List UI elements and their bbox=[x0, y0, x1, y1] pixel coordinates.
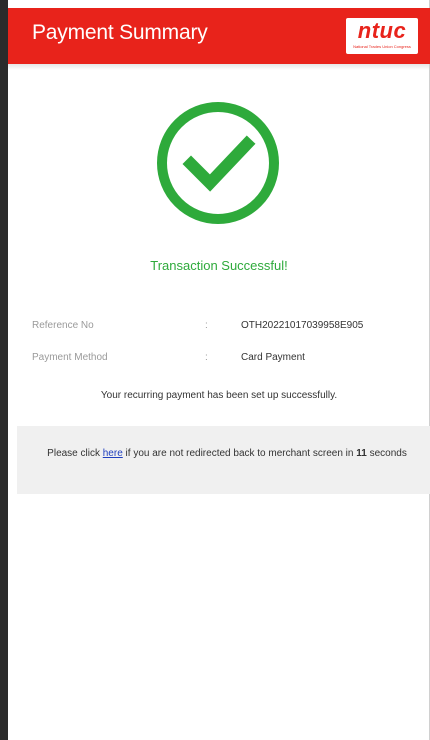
redirect-suffix: seconds bbox=[366, 448, 407, 459]
redirect-middle: if you are not redirected back to mercha… bbox=[122, 448, 357, 459]
redirect-countdown: 11 bbox=[356, 448, 367, 459]
recurring-confirmation: Your recurring payment has been set up s… bbox=[100, 390, 338, 401]
check-circle-icon bbox=[157, 102, 279, 224]
logo-text: ntuc bbox=[357, 18, 407, 43]
redirect-text: Please click here if you are not redirec… bbox=[47, 446, 407, 462]
payment-method-separator: : bbox=[205, 352, 208, 363]
reference-value: OTH20221017039958E905 bbox=[241, 320, 364, 331]
transaction-status: Transaction Successful! bbox=[150, 258, 288, 273]
payment-method-label: Payment Method bbox=[32, 352, 108, 363]
header-bar: Payment Summary ntuc National Trades Uni… bbox=[8, 8, 430, 64]
reference-label: Reference No bbox=[32, 320, 94, 331]
header-shadow bbox=[8, 64, 429, 70]
payment-method-value: Card Payment bbox=[241, 352, 305, 363]
reference-separator: : bbox=[205, 320, 208, 331]
redirect-notice: Please click here if you are not redirec… bbox=[17, 426, 430, 494]
redirect-here-link[interactable]: here bbox=[103, 448, 123, 459]
ntuc-logo: ntuc National Trades Union Congress bbox=[346, 18, 418, 54]
logo-tagline: National Trades Union Congress bbox=[353, 44, 411, 49]
page-title: Payment Summary bbox=[32, 21, 208, 44]
redirect-prefix: Please click bbox=[47, 448, 103, 459]
payment-summary-page: Payment Summary ntuc National Trades Uni… bbox=[0, 0, 430, 740]
left-border bbox=[0, 0, 8, 740]
